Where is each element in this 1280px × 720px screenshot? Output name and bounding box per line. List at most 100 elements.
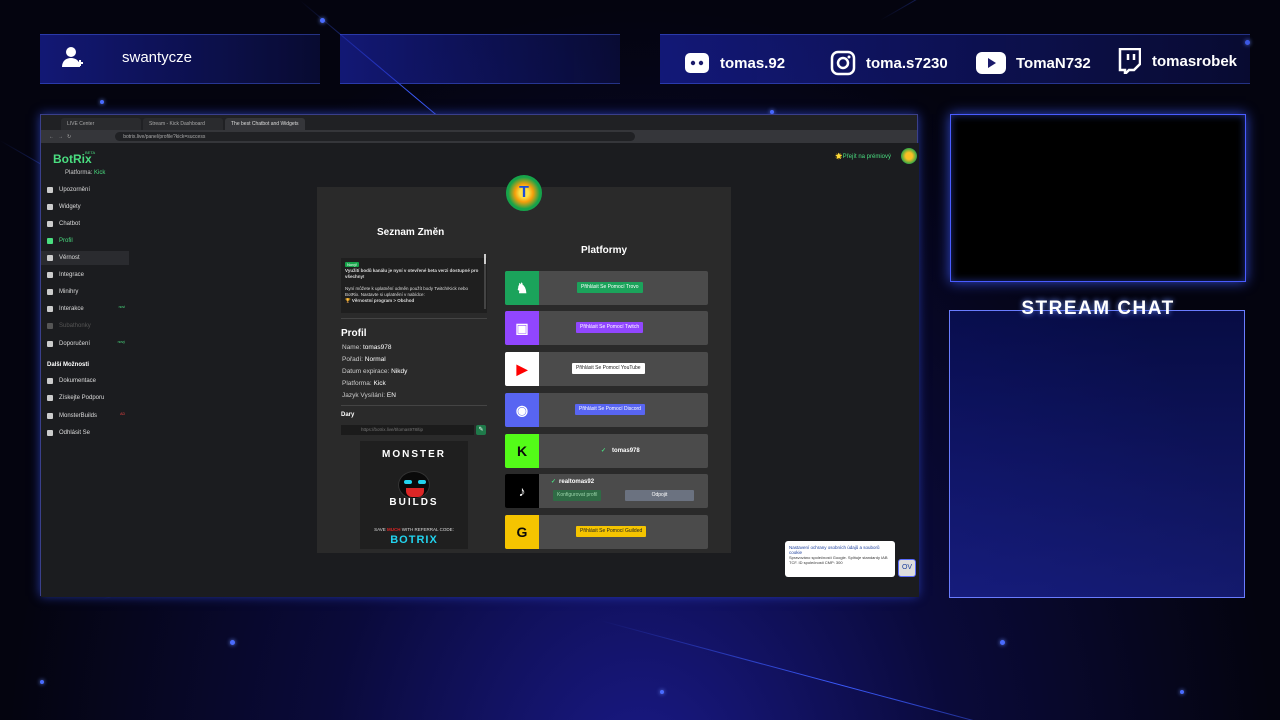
- nav-item-vernost[interactable]: Věrnost: [41, 251, 129, 265]
- field-label: Jazyk Vysílání:: [342, 392, 386, 399]
- webcam-frame: [950, 114, 1246, 282]
- bar-band: [340, 34, 620, 84]
- profile-platform: Platforma: Kick: [342, 380, 386, 387]
- new-tag: nový: [117, 340, 125, 344]
- changelog-headline: Využití bodů kanálu je nyní v otevřené b…: [345, 268, 479, 280]
- integration-icon: [47, 272, 53, 278]
- cookie-title: Nastavení ochrany osobních údajů a soubo…: [789, 545, 880, 555]
- discord-icon: ◉: [505, 393, 539, 427]
- bg-star: [230, 640, 235, 645]
- back-icon[interactable]: ←: [49, 134, 54, 140]
- field-label: Name:: [342, 344, 362, 351]
- nav-label: Získejte Podporu: [59, 395, 105, 401]
- forward-icon[interactable]: →: [58, 134, 63, 140]
- nav-item-podpora[interactable]: Získejte Podporu: [41, 391, 129, 405]
- ad-title-bottom: BUILDS: [389, 497, 439, 508]
- disconnect-button[interactable]: Odpojit: [625, 490, 694, 501]
- field-value: EN: [386, 392, 396, 399]
- tiktok-connected: ✓ realtomas92: [551, 478, 594, 485]
- monitor-icon: [47, 413, 53, 419]
- bg-star: [320, 18, 325, 23]
- discord-login-button[interactable]: Přihlásit Se Pomocí Discord: [575, 404, 645, 415]
- trovo-login-button[interactable]: Přihlásit Se Pomocí Trovo: [577, 282, 643, 293]
- loyalty-icon: [47, 255, 53, 261]
- guilded-icon: G: [505, 515, 539, 549]
- platform-label: Platforma:: [65, 170, 93, 176]
- youtube-login-button[interactable]: Přihlásit Se Pomocí YouTube: [572, 363, 645, 374]
- tiktok-username: realtomas92: [559, 479, 595, 485]
- social-instagram: toma.s7230: [830, 50, 948, 76]
- bg-star: [660, 690, 664, 694]
- new-tag: novi: [118, 305, 125, 309]
- ad-with: WITH REFERRAL CODE:: [401, 527, 454, 532]
- field-value: Nikdy: [391, 368, 408, 375]
- bg-star: [40, 680, 44, 684]
- configure-profile-button[interactable]: Konfigurovat profil: [553, 490, 602, 501]
- nav-item-odhlasit[interactable]: Odhlásit Se: [41, 426, 129, 440]
- nav-label: Profil: [59, 238, 73, 244]
- chat-title: STREAM CHAT: [1021, 298, 1175, 319]
- nav-item-monsterbuilds[interactable]: MonsterBuilds AD: [41, 409, 129, 423]
- user-block: swantycze: [60, 44, 192, 70]
- field-value: Normal: [364, 356, 386, 363]
- nav-item-doporuceni[interactable]: Doporučení nový: [41, 337, 129, 351]
- kick-username: tomas978: [612, 448, 640, 454]
- discord-icon: [684, 50, 710, 76]
- url-input[interactable]: botrix.live/panel/profile?kick=success: [115, 132, 636, 141]
- field-value: Kick: [373, 380, 386, 387]
- browser-tab-active[interactable]: The best Chatbot and Widgets: [225, 118, 305, 130]
- premium-link[interactable]: 🌟Přejít na prémiový: [835, 153, 891, 160]
- platform-row-trovo: ♞ Přihlásit Se Pomocí Trovo: [505, 271, 708, 305]
- nav-label: Věrnost: [59, 255, 80, 261]
- nav-label: Dokumentace: [59, 378, 97, 384]
- chatbot-icon: [47, 221, 53, 227]
- changelog-path: 🏆 Věrnostní program > Obchod: [345, 298, 415, 304]
- edit-link-button[interactable]: ✎: [476, 425, 486, 435]
- bg-star: [1180, 690, 1184, 694]
- monsterbuilds-ad[interactable]: MONSTER BUILDS SAVE MUCH WITH REFERRAL C…: [360, 441, 468, 549]
- nav-item-subathonky[interactable]: Subathonky: [41, 319, 129, 333]
- browser-tab[interactable]: Stream - Kick Dashboard: [143, 118, 223, 130]
- platform-row-youtube: ▶ Přihlásit Se Pomocí YouTube: [505, 352, 708, 386]
- kick-icon: K: [505, 434, 539, 468]
- reload-icon[interactable]: ↻: [67, 134, 71, 140]
- browser-tab[interactable]: LIVE Center: [61, 118, 141, 130]
- profile-title: Profil: [341, 328, 367, 339]
- beta-badge: BETA: [85, 150, 96, 155]
- cookie-settings-button[interactable]: OV: [898, 559, 916, 577]
- profile-expiry: Datum expirace: Nikdy: [342, 368, 407, 375]
- nav-label: MonsterBuilds: [59, 413, 98, 419]
- social-bar: swantycze tomas.92 toma.s7230 TomaN732 t…: [0, 24, 1280, 96]
- social-twitch: tomasrobek: [1116, 48, 1237, 74]
- nav-label: Doporučení: [59, 341, 91, 347]
- nav-label: Integrace: [59, 272, 85, 278]
- nav-item-integrace[interactable]: Integrace: [41, 268, 129, 282]
- check-icon: ✓: [551, 479, 557, 485]
- cookie-notice[interactable]: Nastavení ochrany osobních údajů a soubo…: [785, 541, 895, 577]
- nav-item-interakce[interactable]: Interakce novi: [41, 302, 129, 316]
- divider: [341, 318, 487, 319]
- tip-link-field[interactable]: https://botrix.live/t/tomas978/tip: [341, 425, 474, 435]
- nav-item-upozorneni[interactable]: Upozornění: [41, 183, 129, 197]
- twitch-login-button[interactable]: Přihlásit Se Pomocí Twitch: [576, 322, 644, 333]
- monster-eye: [404, 480, 412, 484]
- instagram-icon: [830, 50, 856, 76]
- avatar[interactable]: [901, 148, 917, 164]
- youtube-icon: [976, 50, 1006, 76]
- kick-connected: ✓ tomas978: [601, 447, 640, 454]
- check-icon: ✓: [601, 448, 607, 454]
- guilded-login-button[interactable]: Přihlásit Se Pomocí Guilded: [576, 526, 647, 537]
- platforms-title: Platformy: [581, 245, 628, 256]
- changelog-scrollbar[interactable]: [484, 254, 486, 309]
- social-discord: tomas.92: [684, 50, 785, 76]
- twitch-icon: [1116, 48, 1142, 74]
- ad-tagline: SAVE MUCH WITH REFERRAL CODE:: [360, 527, 468, 532]
- nav-item-profil[interactable]: Profil: [41, 234, 129, 248]
- profile-icon: [47, 238, 53, 244]
- nav-item-minihry[interactable]: Minihry: [41, 285, 129, 299]
- nav-item-chatbot[interactable]: Chatbot: [41, 217, 129, 231]
- field-label: Pořadí:: [342, 356, 363, 363]
- bg-line: [879, 0, 1141, 21]
- nav-item-dokumentace[interactable]: Dokumentace: [41, 374, 129, 388]
- nav-item-widgety[interactable]: Widgety: [41, 200, 129, 214]
